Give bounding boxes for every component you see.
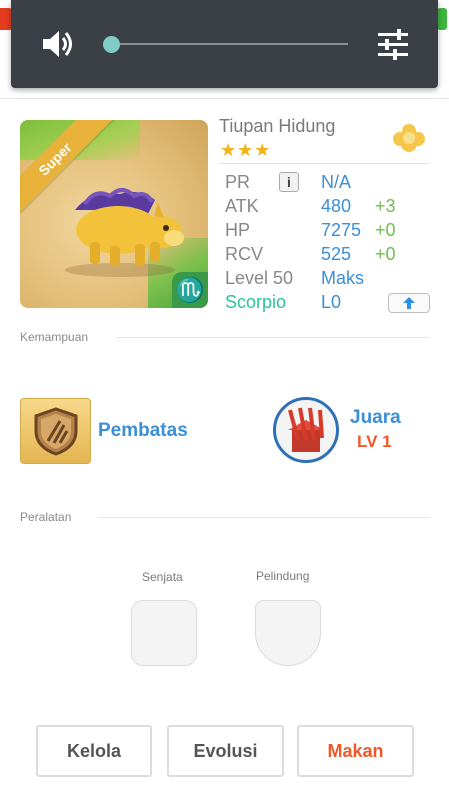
equipment-divider: [98, 517, 430, 518]
evolve-button[interactable]: Evolusi: [167, 725, 284, 777]
level-value: Maks: [321, 268, 365, 288]
leader-skill-icon[interactable]: [273, 397, 339, 463]
atk-value: 480: [321, 196, 352, 216]
zodiac-upgrade-button[interactable]: [388, 293, 430, 313]
monster-image: [65, 188, 184, 277]
scorpio-icon: ♏: [172, 272, 208, 308]
zodiac-label: Scorpio: [225, 292, 287, 312]
zodiac-value: L0: [321, 292, 342, 312]
arrow-up-icon: [403, 297, 415, 309]
leader-skill-name[interactable]: Juara: [350, 407, 401, 429]
info-icon[interactable]: i: [279, 172, 299, 192]
volume-slider-thumb[interactable]: [103, 36, 120, 53]
weapon-slot[interactable]: [131, 600, 197, 666]
claw-icon: [288, 407, 324, 452]
rcv-value: 525: [321, 244, 352, 264]
hp-bonus: +0: [375, 220, 396, 240]
manage-button[interactable]: Kelola: [36, 725, 152, 777]
battery-indicator: [437, 8, 447, 30]
star-rating: ★★★: [220, 140, 272, 160]
monster-portrait[interactable]: Super ♏: [20, 120, 208, 308]
speaker-icon[interactable]: [41, 28, 77, 60]
armor-label: Pelindung: [256, 569, 310, 583]
volume-panel: [11, 0, 438, 88]
cloud-icon[interactable]: [392, 123, 426, 153]
name-divider: [219, 163, 430, 164]
volume-slider-track[interactable]: [111, 43, 348, 45]
hp-label: HP: [225, 220, 251, 240]
rcv-bonus: +0: [375, 244, 396, 264]
atk-label: ATK: [225, 196, 259, 216]
hp-value: 7275: [321, 220, 362, 240]
header-divider: [0, 98, 449, 99]
shield-skill-icon[interactable]: [20, 398, 91, 464]
rcv-label: RCV: [225, 244, 264, 264]
feed-button[interactable]: Makan: [297, 725, 414, 777]
atk-bonus: +3: [375, 196, 396, 216]
shield-icon: [34, 407, 77, 456]
weapon-label: Senjata: [142, 570, 183, 584]
sound-settings-icon[interactable]: [376, 28, 410, 60]
pr-label: PR: [225, 172, 251, 192]
level-label: Level 50: [225, 268, 294, 288]
skill-name[interactable]: Pembatas: [98, 420, 188, 442]
pr-value: N/A: [321, 172, 352, 192]
armor-slot[interactable]: [255, 600, 321, 666]
equipment-section-label: Peralatan: [20, 510, 72, 524]
abilities-divider: [116, 337, 430, 338]
leader-skill-level: LV 1: [357, 432, 392, 451]
monster-name: Tiupan Hidung: [219, 116, 336, 136]
abilities-section-label: Kemampuan: [20, 330, 89, 344]
